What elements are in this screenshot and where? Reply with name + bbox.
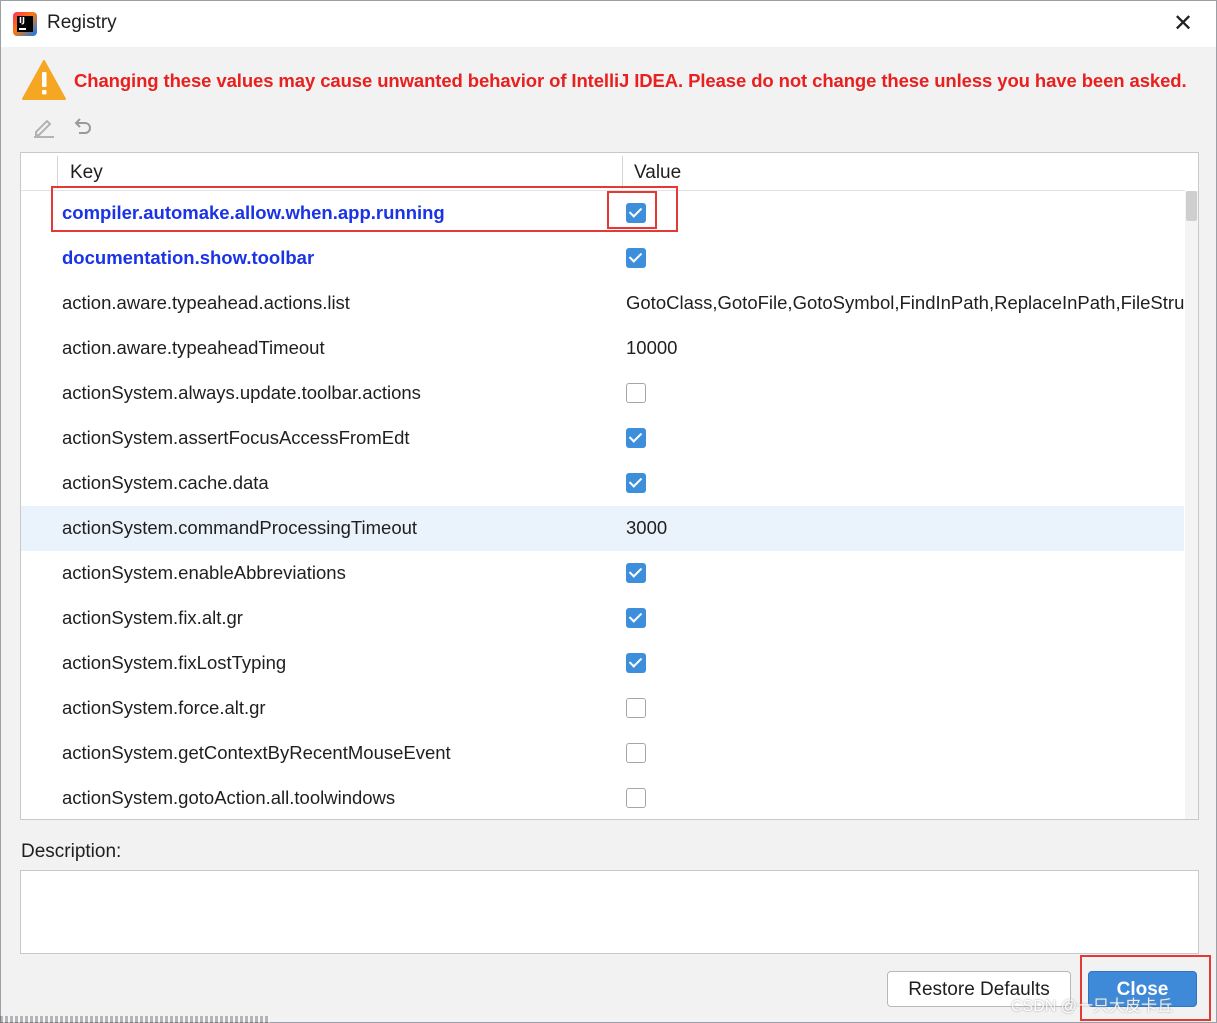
- registry-key: actionSystem.fixLostTyping: [62, 652, 287, 673]
- registry-table: Key Value compiler.automake.allow.when.a…: [20, 152, 1199, 820]
- registry-value[interactable]: GotoClass,GotoFile,GotoSymbol,FindInPath…: [626, 292, 1184, 314]
- registry-key: actionSystem.force.alt.gr: [62, 697, 266, 718]
- edit-pencil-icon[interactable]: [31, 113, 57, 139]
- annotation-highlight-row: [51, 186, 678, 232]
- value-checkbox[interactable]: [626, 608, 646, 628]
- column-separator: [57, 156, 58, 189]
- registry-key: documentation.show.toolbar: [62, 247, 315, 268]
- table-row[interactable]: actionSystem.always.update.toolbar.actio…: [21, 371, 1184, 416]
- description-label: Description:: [21, 841, 122, 862]
- table-row[interactable]: actionSystem.fix.alt.gr: [21, 596, 1184, 641]
- registry-key: action.aware.typeaheadTimeout: [62, 337, 325, 358]
- value-checkbox[interactable]: [626, 428, 646, 448]
- value-checkbox[interactable]: [626, 248, 646, 268]
- column-header-value[interactable]: Value: [634, 162, 681, 184]
- value-checkbox[interactable]: [626, 473, 646, 493]
- annotation-highlight-checkbox: [607, 191, 657, 229]
- dialog-title: Registry: [47, 12, 117, 33]
- value-checkbox[interactable]: [626, 788, 646, 808]
- close-window-icon[interactable]: ✕: [1167, 9, 1199, 39]
- table-row[interactable]: documentation.show.toolbar: [21, 236, 1184, 281]
- table-row[interactable]: actionSystem.getContextByRecentMouseEven…: [21, 731, 1184, 776]
- value-checkbox[interactable]: [626, 743, 646, 763]
- registry-key: actionSystem.commandProcessingTimeout: [62, 517, 418, 538]
- table-row[interactable]: actionSystem.assertFocusAccessFromEdt: [21, 416, 1184, 461]
- value-checkbox[interactable]: [626, 698, 646, 718]
- registry-key: actionSystem.enableAbbreviations: [62, 562, 346, 583]
- registry-key: actionSystem.fix.alt.gr: [62, 607, 243, 628]
- registry-dialog: IJ Registry ✕ Changing these values may …: [0, 0, 1217, 1023]
- table-scrollbar[interactable]: [1185, 191, 1198, 819]
- table-row[interactable]: actionSystem.fixLostTyping: [21, 641, 1184, 686]
- table-row[interactable]: actionSystem.commandProcessingTimeout 300…: [21, 506, 1184, 551]
- registry-key: actionSystem.always.update.toolbar.actio…: [62, 382, 421, 403]
- title-bar: IJ Registry ✕: [1, 1, 1216, 47]
- intellij-app-icon: IJ: [13, 12, 37, 36]
- description-area: [20, 870, 1199, 954]
- registry-key: actionSystem.cache.data: [62, 472, 269, 493]
- registry-key: action.aware.typeahead.actions.list: [62, 292, 350, 313]
- background-edge: [0, 1016, 270, 1023]
- value-checkbox[interactable]: [626, 563, 646, 583]
- registry-value[interactable]: 10000: [626, 337, 1184, 359]
- warning-triangle-icon: [22, 60, 66, 100]
- table-row[interactable]: actionSystem.force.alt.gr: [21, 686, 1184, 731]
- registry-value[interactable]: 3000: [626, 517, 1184, 539]
- value-checkbox[interactable]: [626, 383, 646, 403]
- value-checkbox[interactable]: [626, 653, 646, 673]
- table-row[interactable]: action.aware.typeahead.actions.list GotoC…: [21, 281, 1184, 326]
- table-row[interactable]: action.aware.typeaheadTimeout 10000: [21, 326, 1184, 371]
- watermark: CSDN @一只大皮卡丘: [1011, 998, 1174, 1015]
- table-row[interactable]: actionSystem.cache.data: [21, 461, 1184, 506]
- registry-key: actionSystem.assertFocusAccessFromEdt: [62, 427, 410, 448]
- column-separator[interactable]: [622, 156, 623, 189]
- scrollbar-thumb[interactable]: [1186, 191, 1197, 221]
- table-row[interactable]: actionSystem.gotoAction.all.toolwindows: [21, 776, 1184, 819]
- revert-undo-icon[interactable]: [69, 113, 95, 139]
- column-header-key[interactable]: Key: [70, 162, 103, 184]
- registry-key: actionSystem.getContextByRecentMouseEven…: [62, 742, 451, 763]
- registry-key: actionSystem.gotoAction.all.toolwindows: [62, 787, 396, 808]
- table-row[interactable]: actionSystem.enableAbbreviations: [21, 551, 1184, 596]
- warning-message: Changing these values may cause unwanted…: [74, 70, 1187, 91]
